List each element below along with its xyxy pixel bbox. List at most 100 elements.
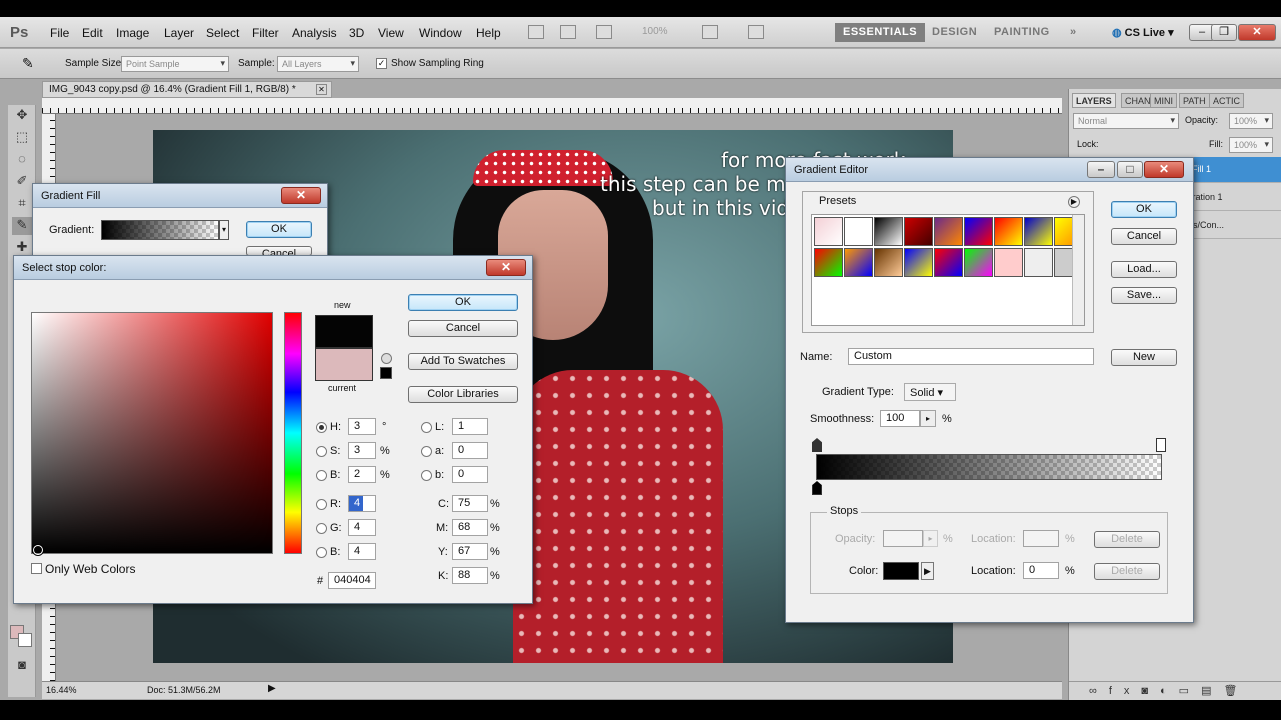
hex-input[interactable]: 040404 bbox=[328, 572, 376, 589]
workspace-painting[interactable]: PAINTING bbox=[986, 23, 1058, 42]
saturation-input[interactable]: 3 bbox=[348, 442, 376, 459]
gradient-new-button[interactable]: New bbox=[1111, 349, 1177, 366]
restore-button[interactable]: ❐ bbox=[1211, 24, 1237, 41]
a-channel-input[interactable]: 0 bbox=[452, 442, 488, 459]
gradient-editor-ok[interactable]: OK bbox=[1111, 201, 1177, 218]
preset-swatch[interactable] bbox=[1024, 248, 1053, 277]
preset-swatch[interactable] bbox=[1024, 217, 1053, 246]
b-channel-radio[interactable] bbox=[421, 470, 432, 481]
close-button[interactable]: ✕ bbox=[1238, 24, 1276, 41]
menu-view[interactable]: View bbox=[378, 26, 404, 40]
web-safe-color-icon[interactable] bbox=[380, 367, 392, 379]
gradient-editor-cancel[interactable]: Cancel bbox=[1111, 228, 1177, 245]
more-workspaces-icon[interactable]: » bbox=[1062, 23, 1085, 42]
preset-swatch[interactable] bbox=[814, 248, 843, 277]
lasso-tool-icon[interactable]: ◌ bbox=[12, 151, 32, 169]
current-color-swatch[interactable] bbox=[315, 348, 373, 381]
opacity-location-input[interactable] bbox=[1023, 530, 1059, 547]
red-radio[interactable] bbox=[316, 499, 327, 510]
smoothness-stepper[interactable]: ▸ bbox=[920, 410, 936, 427]
gradient-name-input[interactable]: Custom bbox=[848, 348, 1094, 365]
presets-scrollbar[interactable] bbox=[1072, 215, 1084, 325]
bridge-icon[interactable] bbox=[528, 25, 544, 39]
menu-image[interactable]: Image bbox=[116, 26, 149, 40]
delete-opacity-stop[interactable]: Delete bbox=[1094, 531, 1160, 548]
magenta-input[interactable]: 68 bbox=[452, 519, 488, 536]
zoom-readout[interactable]: 16.44% bbox=[46, 685, 77, 695]
presets-grid[interactable] bbox=[811, 214, 1085, 326]
blend-mode-select[interactable]: Normal bbox=[1073, 113, 1179, 129]
gradient-load-button[interactable]: Load... bbox=[1111, 261, 1177, 278]
tab-layers[interactable]: LAYERS bbox=[1072, 93, 1116, 108]
layers-footer-icons[interactable]: ∞fx◙◐▭▤🗑 bbox=[1069, 681, 1281, 700]
preset-swatch[interactable] bbox=[874, 248, 903, 277]
marquee-tool-icon[interactable]: ⬚ bbox=[12, 129, 32, 147]
minibridge-icon[interactable] bbox=[560, 25, 576, 39]
gradient-preview[interactable] bbox=[101, 220, 219, 240]
brightness-radio[interactable] bbox=[316, 470, 327, 481]
gradient-dropdown-icon[interactable]: ▾ bbox=[219, 220, 229, 240]
arrange-documents-icon[interactable] bbox=[702, 25, 718, 39]
a-channel-radio[interactable] bbox=[421, 446, 432, 457]
b-channel-input[interactable]: 0 bbox=[452, 466, 488, 483]
blue-input[interactable]: 4 bbox=[348, 543, 376, 560]
preset-swatch[interactable] bbox=[844, 248, 873, 277]
color-picker-cancel[interactable]: Cancel bbox=[408, 320, 518, 337]
preset-swatch[interactable] bbox=[844, 217, 873, 246]
workspace-essentials[interactable]: ESSENTIALS bbox=[835, 23, 926, 42]
menu-window[interactable]: Window bbox=[419, 26, 462, 40]
preset-swatch[interactable] bbox=[964, 217, 993, 246]
stop-opacity-stepper[interactable]: ▸ bbox=[923, 530, 938, 547]
add-to-swatches-button[interactable]: Add To Swatches bbox=[408, 353, 518, 370]
presets-menu-icon[interactable]: ▶ bbox=[1068, 196, 1080, 208]
preset-swatch[interactable] bbox=[904, 248, 933, 277]
tab-actions[interactable]: ACTIC bbox=[1209, 93, 1244, 108]
hue-input[interactable]: 3 bbox=[348, 418, 376, 435]
screen-mode-icon[interactable] bbox=[748, 25, 764, 39]
gradient-type-select[interactable]: Solid ▾ bbox=[904, 383, 956, 401]
menu-layer[interactable]: Layer bbox=[164, 26, 194, 40]
smoothness-input[interactable]: 100 bbox=[880, 410, 920, 427]
red-input[interactable]: 4 bbox=[348, 495, 376, 512]
document-tab[interactable]: IMG_9043 copy.psd @ 16.4% (Gradient Fill… bbox=[42, 81, 332, 98]
preset-swatch[interactable] bbox=[994, 217, 1023, 246]
preset-swatch[interactable] bbox=[904, 217, 933, 246]
green-input[interactable]: 4 bbox=[348, 519, 376, 536]
preset-swatch[interactable] bbox=[934, 217, 963, 246]
preset-swatch[interactable] bbox=[814, 217, 843, 246]
preset-swatch[interactable] bbox=[934, 248, 963, 277]
status-menu-icon[interactable]: ▶ bbox=[268, 683, 276, 694]
tab-paths[interactable]: PATH bbox=[1179, 93, 1210, 108]
color-picker-close[interactable]: ✕ bbox=[486, 259, 526, 276]
stop-color-swatch[interactable] bbox=[883, 562, 919, 580]
quick-select-icon[interactable]: ✐ bbox=[12, 173, 32, 191]
eyedropper-icon[interactable]: ✎ bbox=[22, 55, 34, 72]
eyedropper-tool-icon[interactable]: ✎ bbox=[12, 217, 32, 235]
delete-color-stop[interactable]: Delete bbox=[1094, 563, 1160, 580]
fill-input[interactable]: 100% bbox=[1229, 137, 1273, 153]
sample-select[interactable]: All Layers bbox=[277, 56, 359, 72]
tab-mini-bridge[interactable]: MINI bbox=[1150, 93, 1177, 108]
preset-swatch[interactable] bbox=[874, 217, 903, 246]
blue-radio[interactable] bbox=[316, 547, 327, 558]
menu-select[interactable]: Select bbox=[206, 26, 239, 40]
crop-tool-icon[interactable]: ⌗ bbox=[12, 195, 32, 213]
menu-file[interactable]: File bbox=[50, 26, 69, 40]
gradient-editor-minimize[interactable]: – bbox=[1087, 161, 1115, 178]
menu-help[interactable]: Help bbox=[476, 26, 501, 40]
color-picker-ok[interactable]: OK bbox=[408, 294, 518, 311]
menu-filter[interactable]: Filter bbox=[252, 26, 279, 40]
lightness-radio[interactable] bbox=[421, 422, 432, 433]
hue-slider[interactable] bbox=[284, 312, 302, 554]
opacity-stop-right[interactable] bbox=[1156, 438, 1166, 452]
close-document-icon[interactable]: ✕ bbox=[316, 84, 327, 95]
color-libraries-button[interactable]: Color Libraries bbox=[408, 386, 518, 403]
brightness-input[interactable]: 2 bbox=[348, 466, 376, 483]
move-tool-icon[interactable]: ✥ bbox=[12, 107, 32, 125]
opacity-stop-left[interactable] bbox=[812, 438, 822, 452]
gradient-fill-close[interactable]: ✕ bbox=[281, 187, 321, 204]
lightness-input[interactable]: 1 bbox=[452, 418, 488, 435]
color-field-marker[interactable] bbox=[33, 545, 43, 555]
gradient-fill-ok[interactable]: OK bbox=[246, 221, 312, 238]
gamut-warning-icon[interactable] bbox=[381, 353, 392, 364]
